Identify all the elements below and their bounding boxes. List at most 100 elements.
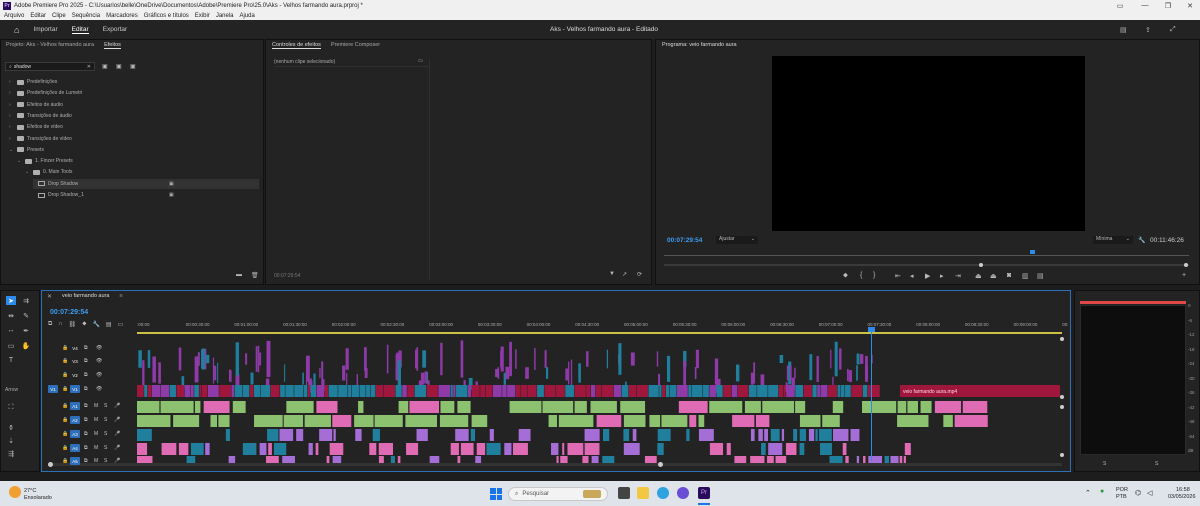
video-clip[interactable] <box>656 351 659 367</box>
weather-text[interactable]: Ensolarado <box>24 495 52 501</box>
video-clip[interactable] <box>194 385 199 397</box>
mute-button[interactable]: M <box>94 403 98 409</box>
solo-button[interactable]: S <box>104 431 107 437</box>
close-button[interactable]: ✕ <box>1180 0 1200 11</box>
audio-clip[interactable] <box>897 401 907 413</box>
audio-clip[interactable] <box>785 443 797 455</box>
add-button-icon[interactable]: + <box>1182 272 1186 279</box>
chevron-down-icon[interactable]: ⌄ <box>9 147 14 153</box>
chevron-right-icon[interactable]: › <box>9 90 14 96</box>
eye-icon[interactable]: 👁 <box>96 345 102 351</box>
solo-button[interactable]: S <box>104 417 107 423</box>
audio-clip[interactable] <box>266 456 279 463</box>
audio-clip[interactable] <box>795 401 806 413</box>
audio-clip[interactable] <box>558 415 594 427</box>
comparison-view-icon[interactable]: ▥ <box>1022 272 1029 280</box>
audio-clip[interactable] <box>218 415 230 427</box>
video-clip[interactable] <box>313 373 316 386</box>
video-clip[interactable] <box>574 385 586 397</box>
audio-clip[interactable] <box>920 401 932 413</box>
tab-effect-controls[interactable]: Controles de efeitos <box>272 42 321 49</box>
video-clip[interactable] <box>495 368 498 378</box>
video-clip[interactable] <box>856 353 860 365</box>
sync-lock-icon[interactable]: ⧉ <box>84 431 88 437</box>
edge-icon[interactable] <box>657 487 669 499</box>
playhead-handle[interactable] <box>868 327 875 332</box>
audio-clip[interactable] <box>897 415 929 427</box>
video-clip[interactable] <box>803 385 812 397</box>
audio-clip[interactable] <box>775 456 787 463</box>
audio-clip[interactable] <box>661 415 688 427</box>
video-clip[interactable] <box>250 372 254 385</box>
audio-clip[interactable] <box>833 429 849 441</box>
chevron-right-icon[interactable]: › <box>9 79 14 85</box>
audio-clip[interactable] <box>457 456 461 463</box>
chat-app-icon[interactable] <box>677 487 689 499</box>
audio-clip[interactable] <box>286 401 314 413</box>
sync-lock-icon[interactable]: ⧉ <box>84 345 88 351</box>
audio-clip[interactable] <box>551 443 559 455</box>
extract-icon[interactable]: ⏏ <box>990 272 997 280</box>
sync-lock-icon[interactable]: ⧉ <box>84 358 88 364</box>
mic-icon[interactable]: 🎤 <box>114 431 120 437</box>
multicam-icon[interactable]: ▤ <box>1037 272 1044 280</box>
video-clip[interactable] <box>817 385 820 397</box>
track-label-v1[interactable]: V1 <box>70 385 80 393</box>
video-clip[interactable] <box>812 385 817 397</box>
eye-icon[interactable]: 👁 <box>96 386 102 392</box>
sync-lock-icon[interactable]: ⧉ <box>84 458 88 464</box>
video-clip[interactable] <box>245 353 248 365</box>
video-clip[interactable] <box>147 350 151 368</box>
video-clip[interactable] <box>386 344 389 374</box>
video-clip[interactable] <box>659 385 662 397</box>
sync-lock-icon[interactable]: ⧉ <box>84 403 88 409</box>
effects-search-box[interactable]: ⌕ shadow ✕ <box>5 62 95 71</box>
video-clip[interactable] <box>342 365 346 381</box>
audio-clip[interactable] <box>137 443 148 455</box>
audio-clip[interactable] <box>409 401 440 413</box>
audio-clip[interactable] <box>649 415 661 427</box>
taskbar-search[interactable]: ⌕ Pesquisar <box>508 487 608 501</box>
video-clip[interactable] <box>351 385 359 397</box>
video-clip[interactable] <box>259 352 262 366</box>
audio-clip[interactable] <box>934 401 962 413</box>
audio-clip[interactable] <box>542 401 574 413</box>
audio-clip[interactable] <box>758 429 763 441</box>
solo-button[interactable]: S <box>104 403 107 409</box>
fit-select[interactable]: Ajustar ⌄ <box>716 236 758 244</box>
video-clip[interactable] <box>235 342 240 376</box>
video-clip[interactable] <box>735 364 740 382</box>
video-clip[interactable] <box>424 371 428 384</box>
audio-clip[interactable] <box>504 443 512 455</box>
scroll-handle-left[interactable] <box>48 462 53 467</box>
weather-temp[interactable]: 27°C <box>24 488 36 494</box>
tree-item[interactable]: › Efeitos de áudio <box>9 100 63 110</box>
sync-lock-icon[interactable]: ⧉ <box>84 445 88 451</box>
audio-clip[interactable] <box>954 415 988 427</box>
menu-item-janela[interactable]: Janela <box>216 13 234 19</box>
video-clip[interactable] <box>214 365 217 381</box>
video-clip[interactable] <box>757 385 768 397</box>
audio-clip[interactable] <box>726 443 731 455</box>
go-to-out-icon[interactable]: ⇥ <box>955 272 961 280</box>
audio-clip[interactable] <box>358 401 364 413</box>
video-clip[interactable] <box>848 370 852 383</box>
video-clip[interactable] <box>158 362 161 384</box>
video-clip[interactable] <box>194 356 199 383</box>
video-clip[interactable] <box>255 346 258 372</box>
chevron-right-icon[interactable]: › <box>9 113 14 119</box>
step-forward-icon[interactable]: ▸ <box>940 272 944 280</box>
audio-clip[interactable] <box>657 443 664 455</box>
audio-clip[interactable] <box>518 429 531 441</box>
add-marker-icon[interactable]: ⬥ <box>843 272 848 280</box>
audio-clip[interactable] <box>326 456 330 463</box>
audio-clip[interactable] <box>333 429 336 441</box>
premiere-taskbar-icon[interactable]: Pr <box>698 487 710 499</box>
v-scroll-audio-handle[interactable] <box>1060 405 1064 409</box>
video-clip[interactable] <box>270 385 280 397</box>
audio-clip[interactable] <box>750 429 755 441</box>
delete-icon[interactable]: 🗑 <box>251 272 259 279</box>
audio-clip[interactable] <box>596 415 622 427</box>
track-lock-icon[interactable]: 🔒 <box>62 458 68 464</box>
close-sequence-icon[interactable]: ✕ <box>47 293 52 300</box>
